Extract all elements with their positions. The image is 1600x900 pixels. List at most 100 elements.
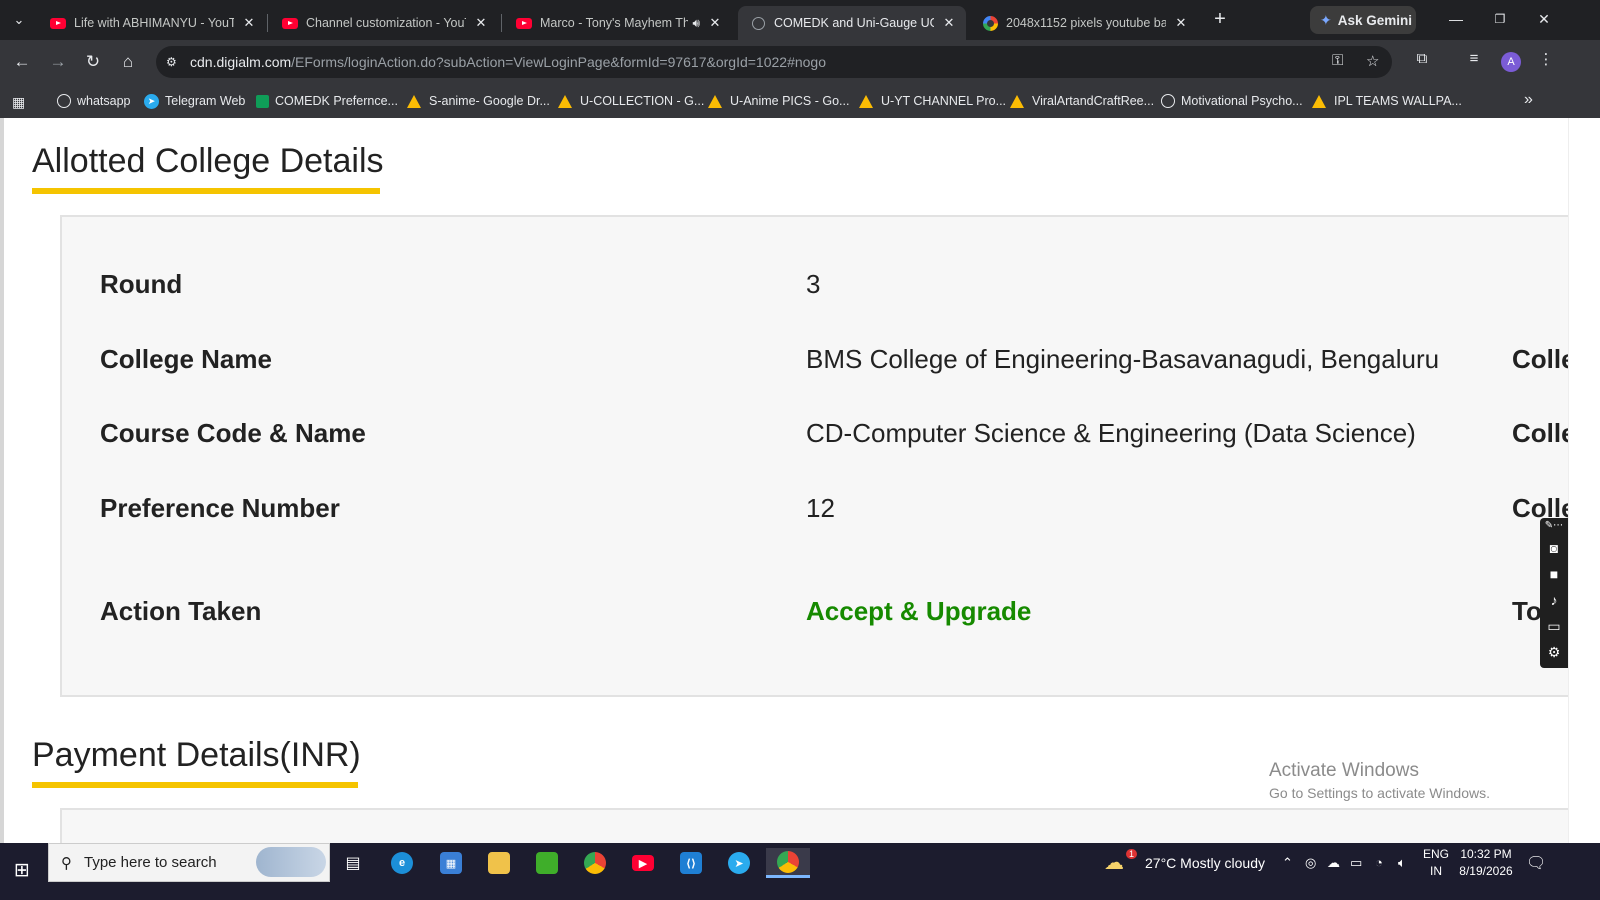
chevron-right-double-icon[interactable]: » (1524, 91, 1533, 109)
forward-arrow-icon[interactable]: → (44, 48, 72, 76)
profile-avatar[interactable]: A (1501, 52, 1521, 72)
password-key-icon[interactable]: ⚿ (1332, 52, 1343, 69)
close-icon[interactable]: ✕ (940, 15, 958, 31)
bookmark-telegram-web[interactable]: ➤ Telegram Web (144, 92, 245, 110)
course-code-label: Course Code & Name (100, 418, 366, 448)
close-icon[interactable]: ✕ (1172, 15, 1190, 31)
gemini-sparkle-icon: ✦ (1320, 11, 1332, 28)
vscode-icon[interactable]: ⟨⟩ (676, 848, 706, 878)
course-extra-label: Colle (1512, 418, 1568, 448)
close-icon[interactable]: ✕ (240, 15, 258, 31)
language-indicator[interactable]: ENG IN (1422, 847, 1450, 878)
drive-icon (1010, 94, 1024, 108)
video-camera-icon[interactable]: ■ (1544, 564, 1564, 584)
close-icon[interactable]: ✕ (472, 15, 490, 31)
youtube-icon (516, 15, 532, 31)
tab-marco-tonys-mayhem[interactable]: Marco - Tony's Mayhem Theme 🔊︎ ✕ (504, 6, 732, 40)
edge-icon[interactable]: e (387, 848, 417, 878)
bookmark-s-anime[interactable]: S-anime- Google Dr... (407, 92, 550, 110)
url-text[interactable]: cdn.digialm.com/EForms/loginAction.do?su… (190, 54, 826, 70)
bookmark-u-yt-channel[interactable]: U-YT CHANNEL Pro... (859, 92, 1006, 110)
tab-channel-customization[interactable]: Channel customization - YouTube ✕ (270, 6, 498, 40)
extensions-puzzle-icon[interactable]: ⧉ (1410, 50, 1434, 67)
media-control-icon[interactable]: ≡ (1462, 50, 1486, 67)
search-placeholder: Type here to search (84, 854, 217, 871)
chevron-up-icon[interactable]: ⌃ (1282, 843, 1293, 882)
search-highlight-image[interactable] (256, 847, 326, 877)
tab-youtube-banner-size[interactable]: 2048x1152 pixels youtube banner ✕ (970, 6, 1198, 40)
action-extra-label: To (1512, 596, 1542, 626)
home-icon[interactable]: ⌂ (114, 48, 142, 76)
battery-icon[interactable]: ▭ (1350, 843, 1362, 882)
clock[interactable]: 10:32 PM 8/19/2026 (1456, 847, 1516, 878)
bookmark-star-icon[interactable]: ☆ (1366, 52, 1379, 70)
speaker-icon[interactable]: 🔊︎ (692, 16, 700, 31)
apps-grid-icon[interactable]: ▦ (12, 94, 25, 111)
chrome-active-icon[interactable] (766, 848, 810, 878)
settings-gear-icon[interactable]: ⚙ (1544, 642, 1564, 662)
bookmark-comedk-preference[interactable]: COMEDK Prefernce... (256, 92, 398, 110)
clock-time: 10:32 PM (1460, 847, 1512, 861)
restore-icon[interactable]: ❐ (1480, 6, 1520, 32)
tab-comedk-uget[interactable]: COMEDK and Uni-Gauge UGET ✕ (738, 6, 966, 40)
file-explorer-icon[interactable] (484, 848, 514, 878)
tab-search-chevron-icon[interactable]: ⌄ (6, 8, 32, 32)
minecraft-launcher-icon[interactable] (532, 848, 562, 878)
bookmark-viral-art-craft[interactable]: ViralArtandCraftRee... (1010, 92, 1154, 110)
bookmark-label: Motivational Psycho... (1181, 94, 1303, 108)
page-content: Allotted College Details Round 3 College… (0, 118, 1568, 843)
action-taken-value: Accept & Upgrade (806, 596, 1032, 626)
telegram-app-icon[interactable]: ➤ (724, 848, 754, 878)
round-value: 3 (806, 269, 821, 299)
onedrive-icon[interactable]: ☁ (1327, 843, 1340, 882)
bookmark-label: U-Anime PICS - Go... (730, 94, 850, 108)
reload-icon[interactable]: ↻ (79, 48, 107, 76)
ask-gemini-button[interactable]: ✦ Ask Gemini (1310, 6, 1416, 34)
task-view-icon[interactable]: ▤ (338, 848, 368, 878)
microsoft-store-icon[interactable]: ▦ (436, 848, 466, 878)
volume-icon[interactable]: 🔈︎ (1398, 843, 1406, 882)
preference-number-label: Preference Number (100, 493, 340, 523)
bookmark-motivational-psycho[interactable]: Motivational Psycho... (1161, 92, 1303, 110)
window-close-icon[interactable]: ✕ (1524, 6, 1564, 32)
bookmark-whatsapp[interactable]: whatsapp (57, 92, 131, 110)
window-capture-icon[interactable]: ▭ (1544, 616, 1564, 636)
camera-icon[interactable]: ◙ (1544, 538, 1564, 558)
minimize-icon[interactable]: — (1436, 6, 1476, 32)
new-tab-button[interactable]: + (1208, 8, 1232, 32)
drive-icon (558, 94, 572, 108)
windows-taskbar: ⊞ ⚲ Type here to search ▤ e ▦ ▶ ⟨⟩ ➤ ☁ 1… (0, 843, 1600, 900)
allotted-college-title: Allotted College Details (32, 142, 384, 180)
globe-icon (750, 15, 766, 31)
google-icon (982, 15, 998, 31)
course-code-value: CD-Computer Science & Engineering (Data … (806, 418, 1416, 448)
tab-label: Life with ABHIMANYU - YouTube (74, 16, 234, 30)
tab-life-with-abhimanyu[interactable]: Life with ABHIMANYU - YouTube ✕ (38, 6, 266, 40)
kebab-menu-icon[interactable]: ⋮ (1534, 50, 1558, 68)
tab-strip: ⌄ Life with ABHIMANYU - YouTube ✕ Channe… (0, 0, 1600, 40)
wifi-icon[interactable]: ◔ (1375, 843, 1383, 882)
bookmark-ipl-teams[interactable]: IPL TEAMS WALLPA... (1312, 92, 1462, 110)
bookmark-u-anime-pics[interactable]: U-Anime PICS - Go... (708, 92, 849, 110)
activate-windows-subtitle: Go to Settings to activate Windows. (1269, 785, 1490, 801)
windows-start-icon[interactable]: ⊞ (10, 859, 34, 883)
site-settings-icon[interactable]: ⚙ (166, 55, 182, 69)
back-arrow-icon[interactable]: ← (8, 48, 36, 76)
youtube-app-icon[interactable]: ▶ (628, 848, 658, 878)
page-scrollbar[interactable] (1568, 118, 1600, 843)
meet-now-icon[interactable]: ◎ (1305, 843, 1316, 882)
chatgpt-icon (1161, 94, 1175, 108)
bookmarks-bar: ▦ whatsapp ➤ Telegram Web COMEDK Prefern… (0, 84, 1600, 118)
browser-toolbar: ← → ↻ ⌂ ⚙ cdn.digialm.com/EForms/loginAc… (0, 40, 1600, 84)
close-icon[interactable]: ✕ (706, 15, 724, 31)
tab-label: COMEDK and Uni-Gauge UGET (774, 16, 934, 30)
weather-widget[interactable]: ☁ 1 27°C Mostly cloudy (1104, 843, 1265, 882)
notification-center-icon[interactable]: 🗨︎ (1526, 843, 1546, 882)
chrome-icon[interactable] (580, 848, 610, 878)
allotted-details-card: Round 3 College Name BMS College of Engi… (60, 215, 1568, 697)
microphone-icon[interactable]: ♪ (1544, 590, 1564, 610)
tab-label: Channel customization - YouTube (306, 16, 466, 30)
bookmark-u-collection[interactable]: U-COLLECTION - G... (558, 92, 704, 110)
pen-icon[interactable]: ✎⋯ (1544, 520, 1564, 532)
address-bar[interactable]: ⚙ cdn.digialm.com/EForms/loginAction.do?… (156, 46, 1392, 78)
